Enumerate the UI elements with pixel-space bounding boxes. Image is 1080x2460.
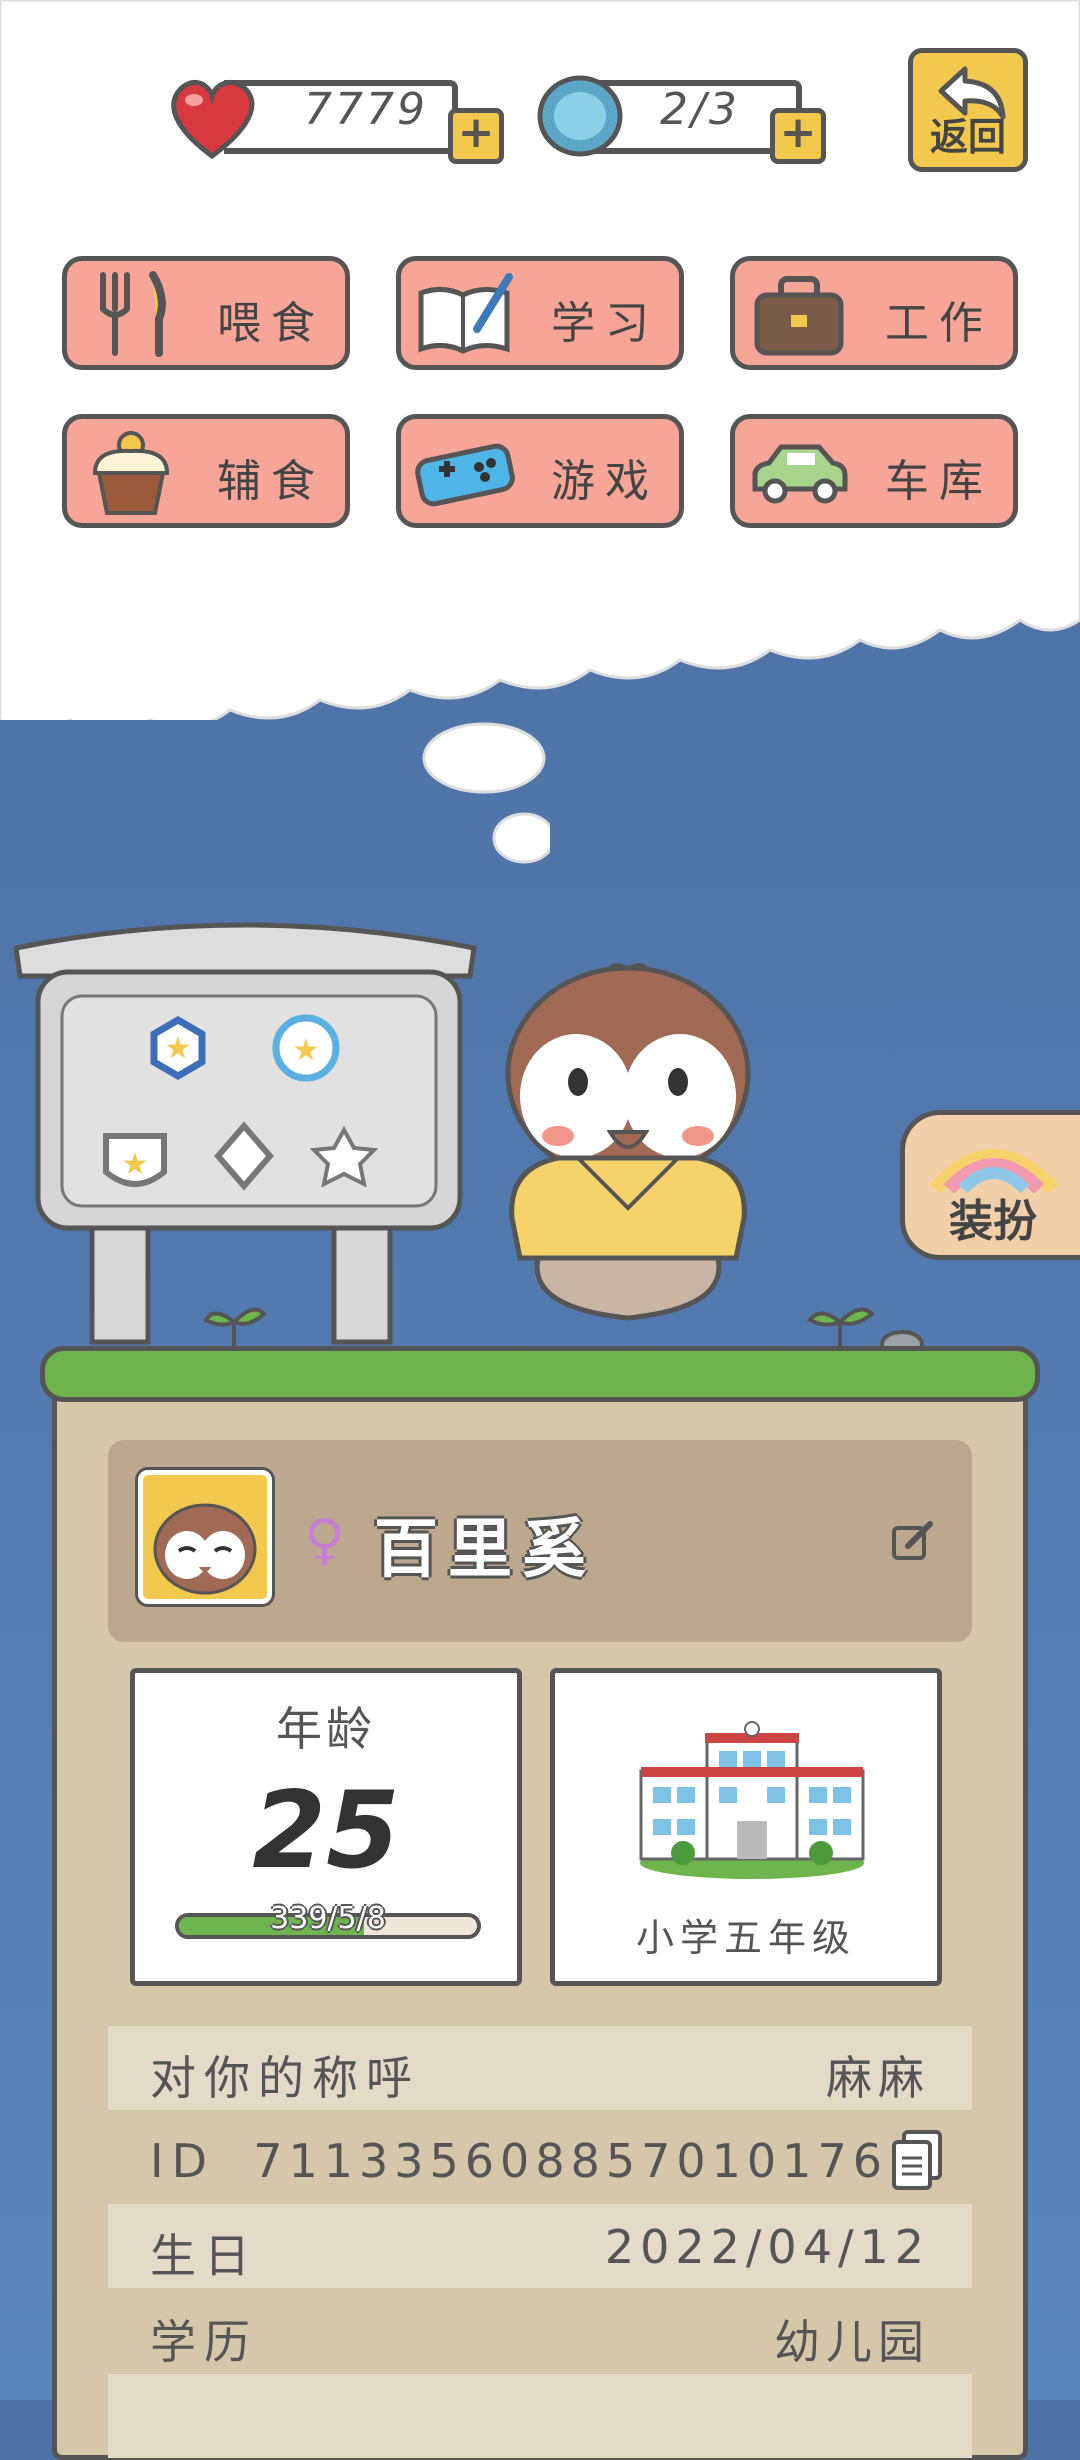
age-title: 年龄 bbox=[276, 1702, 376, 1756]
add-gems-button[interactable]: + bbox=[770, 108, 826, 164]
gender-icon: ♀ bbox=[304, 1508, 346, 1573]
profile-header: ♀ 百里奚 bbox=[108, 1440, 972, 1642]
back-button[interactable]: 返回 bbox=[908, 48, 1028, 172]
row-value: 幼儿园 bbox=[774, 2315, 930, 2369]
row-value: 2022/04/12 bbox=[604, 2220, 930, 2274]
gems-value: 2/3 bbox=[660, 84, 740, 135]
garage-label: 车库 bbox=[885, 456, 993, 507]
car-icon bbox=[752, 444, 848, 504]
game-label: 游戏 bbox=[551, 456, 659, 507]
badge-board[interactable]: ★ ★ ★ bbox=[14, 912, 484, 1352]
copy-icon[interactable] bbox=[890, 2128, 944, 2192]
study-label: 学习 bbox=[551, 298, 659, 349]
pet-name: 百里奚 bbox=[374, 1513, 596, 1587]
info-row-id: ID 7113356088570​10176 bbox=[108, 2118, 972, 2202]
briefcase-icon bbox=[754, 276, 844, 356]
hearts-counter: 7779 + bbox=[164, 72, 504, 164]
feed-button[interactable]: 喂食 bbox=[62, 256, 350, 370]
sprout bbox=[203, 1307, 267, 1348]
avatar[interactable] bbox=[138, 1470, 272, 1604]
row-key: 学历 bbox=[150, 2315, 258, 2369]
grass-ledge bbox=[40, 1346, 1040, 1402]
study-button[interactable]: 学习 bbox=[396, 256, 684, 370]
snack-button[interactable]: 辅食 bbox=[62, 414, 350, 528]
school-grade: 小学五年级 bbox=[635, 1916, 856, 1960]
info-row-nickname: 对你的称呼 麻麻 bbox=[108, 2026, 972, 2110]
row-key: 对你的称呼 bbox=[150, 2051, 420, 2105]
thought-dots bbox=[422, 722, 550, 864]
back-label: 返回 bbox=[929, 115, 1006, 159]
svg-text:★: ★ bbox=[293, 1033, 320, 1068]
row-value: 麻麻 bbox=[826, 2051, 930, 2105]
school-card[interactable]: 小学五年级 bbox=[550, 1668, 942, 1986]
penguin-character[interactable] bbox=[498, 958, 758, 1388]
rainbow-icon bbox=[929, 1149, 1059, 1193]
info-row-partial bbox=[108, 2374, 972, 2458]
dress-up-button[interactable]: 装扮 bbox=[900, 1110, 1080, 1260]
work-button[interactable]: 工作 bbox=[730, 256, 1018, 370]
age-card: 年龄 25 339/5/8 bbox=[130, 1668, 522, 1986]
row-value: 7113356088570​10176 bbox=[253, 2134, 888, 2188]
gem-icon bbox=[537, 75, 623, 157]
snack-label: 辅食 bbox=[217, 456, 325, 507]
svg-text:★: ★ bbox=[165, 1031, 192, 1066]
age-value: 25 bbox=[252, 1769, 400, 1892]
heart-icon bbox=[171, 80, 255, 160]
info-row-education: 学历 幼儿园 bbox=[108, 2290, 972, 2374]
gamepad-icon bbox=[415, 443, 515, 507]
row-key: 生日 bbox=[150, 2229, 258, 2283]
row-key: ID bbox=[150, 2134, 215, 2188]
work-label: 工作 bbox=[885, 298, 993, 349]
age-progress-text: 339/5/8 bbox=[270, 1901, 386, 1936]
info-row-birthday: 生日 2022/04/12 bbox=[108, 2204, 972, 2288]
penguin-avatar-icon bbox=[153, 1503, 257, 1595]
add-hearts-button[interactable]: + bbox=[448, 108, 504, 164]
game-button[interactable]: 游戏 bbox=[396, 414, 684, 528]
book-pen-icon bbox=[418, 273, 513, 354]
hearts-value: 7779 bbox=[304, 84, 428, 135]
garage-button[interactable]: 车库 bbox=[730, 414, 1018, 528]
gems-counter: 2/3 + bbox=[534, 72, 834, 164]
fork-knife-icon bbox=[100, 271, 166, 357]
feed-label: 喂食 bbox=[217, 298, 325, 349]
cupcake-icon bbox=[92, 431, 170, 515]
school-building-icon bbox=[639, 1721, 865, 1879]
dress-up-label: 装扮 bbox=[949, 1196, 1037, 1247]
svg-text:★: ★ bbox=[122, 1147, 149, 1182]
edit-icon[interactable] bbox=[890, 1518, 936, 1564]
